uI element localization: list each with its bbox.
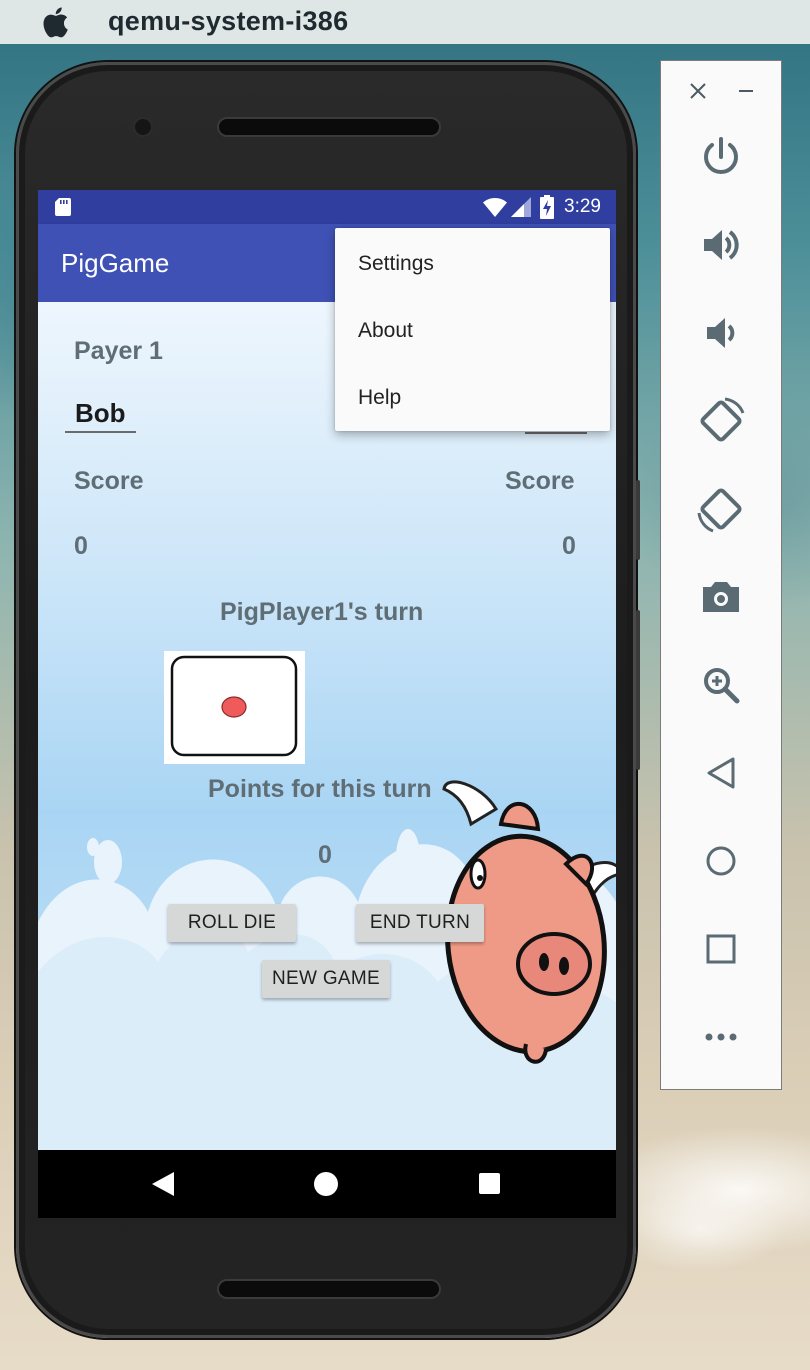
android-nav-bar (38, 1150, 616, 1218)
end-turn-button[interactable]: END TURN (356, 904, 484, 942)
app-title: PigGame (61, 248, 170, 278)
menu-item-settings[interactable]: Settings (358, 252, 434, 276)
volume-down-icon[interactable] (695, 307, 747, 359)
minimize-icon[interactable] (735, 80, 757, 102)
player1-name-field[interactable]: Bob (65, 398, 136, 433)
menu-item-about[interactable]: About (358, 319, 413, 343)
player1-label: Payer 1 (74, 337, 163, 365)
sd-card-icon (55, 198, 71, 216)
volume-up-icon[interactable] (695, 219, 747, 271)
phone-side-button (636, 480, 640, 560)
power-icon[interactable] (695, 131, 747, 183)
battery-charging-icon (540, 195, 554, 219)
menu-item-help[interactable]: Help (358, 386, 401, 410)
roll-die-button[interactable]: ROLL DIE (168, 904, 296, 942)
home-icon[interactable] (695, 835, 747, 887)
new-game-button[interactable]: NEW GAME (262, 960, 390, 998)
wifi-icon (483, 198, 507, 217)
emulator-toolbar (660, 60, 782, 1090)
points-label: Points for this turn (208, 775, 432, 803)
phone-volume-button (636, 610, 640, 770)
player1-score-label: Score (74, 467, 144, 495)
die-pip (221, 696, 247, 718)
nav-back-icon[interactable] (150, 1170, 176, 1198)
status-bar: 3:29 (38, 190, 616, 224)
points-value: 0 (318, 841, 332, 869)
turn-indicator: PigPlayer1's turn (220, 598, 424, 626)
window-titlebar: qemu-system-i386 (0, 0, 810, 44)
player1-score-value: 0 (74, 532, 88, 560)
front-camera (133, 117, 153, 137)
cell-signal-icon (511, 197, 531, 217)
rotate-left-icon[interactable] (695, 395, 747, 447)
status-clock: 3:29 (564, 196, 601, 217)
apple-logo-icon[interactable] (40, 6, 70, 38)
die-image (164, 651, 305, 764)
nav-recents-icon[interactable] (479, 1173, 500, 1194)
zoom-icon[interactable] (695, 659, 747, 711)
close-icon[interactable] (687, 80, 709, 102)
rotate-right-icon[interactable] (695, 483, 747, 535)
overview-icon[interactable] (695, 923, 747, 975)
player2-score-value: 0 (562, 532, 576, 560)
earpiece-speaker (217, 117, 441, 137)
bottom-speaker (217, 1279, 441, 1299)
more-icon[interactable] (695, 1011, 747, 1063)
camera-icon[interactable] (695, 571, 747, 623)
overflow-menu: Settings About Help (335, 228, 610, 431)
nav-home-icon[interactable] (314, 1172, 338, 1196)
back-icon[interactable] (695, 747, 747, 799)
player2-score-label: Score (505, 467, 575, 495)
window-title: qemu-system-i386 (108, 6, 349, 36)
